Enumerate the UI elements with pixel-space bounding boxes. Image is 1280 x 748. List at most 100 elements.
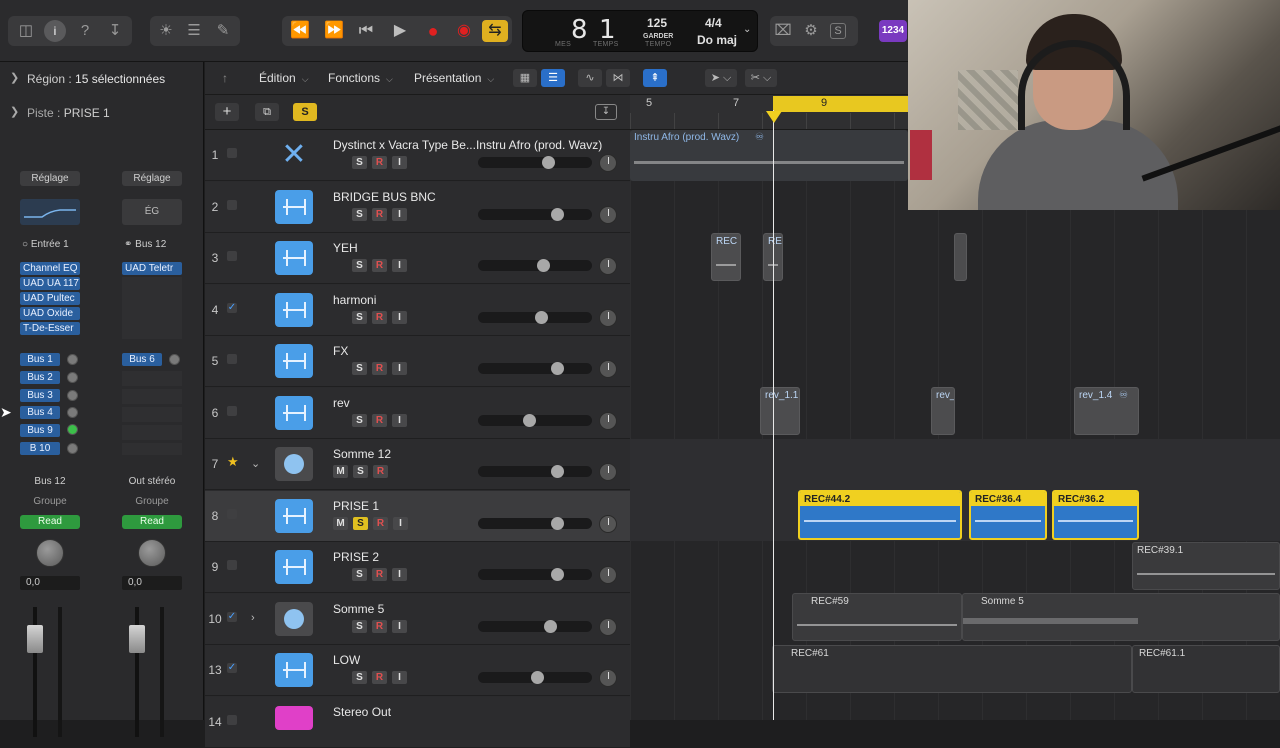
record-enable-button[interactable]: R xyxy=(373,516,388,530)
record-enable-button[interactable]: R xyxy=(372,362,387,375)
track-pan-knob[interactable] xyxy=(599,617,617,636)
send-level-knob[interactable] xyxy=(169,354,180,365)
global-solo-button[interactable]: S xyxy=(293,103,317,121)
send-slot[interactable]: Bus 4 xyxy=(20,406,60,419)
plugin-slot[interactable]: UAD Oxide xyxy=(20,307,80,320)
left-volume-field[interactable]: 0,0 xyxy=(20,576,80,590)
left-setting-button[interactable]: Réglage xyxy=(20,171,80,186)
send-slot[interactable]: Bus 2 xyxy=(20,371,60,384)
play-icon[interactable]: ▶ xyxy=(387,20,413,42)
send-slot[interactable]: Bus 9 xyxy=(20,424,60,437)
help-icon[interactable]: ? xyxy=(74,20,96,42)
track-row[interactable]: 2 BRIDGE BUS BNC S R I xyxy=(205,181,630,233)
inspector-icon[interactable]: i xyxy=(44,20,66,42)
capture-record-icon[interactable]: ◉ xyxy=(451,20,477,42)
solo-button[interactable]: S xyxy=(352,413,367,427)
input-monitor-button[interactable]: I xyxy=(392,156,407,169)
left-eq-thumbnail[interactable] xyxy=(20,199,80,225)
record-icon[interactable]: ● xyxy=(420,20,446,42)
lcd-chevron-down-icon[interactable]: ⌄ xyxy=(743,24,751,35)
solo-box-icon[interactable]: S xyxy=(830,23,846,39)
plugin-slot[interactable]: Channel EQ xyxy=(20,262,80,275)
track-volume-slider[interactable] xyxy=(478,516,592,530)
plugin-slot[interactable]: UAD Pultec xyxy=(20,292,80,305)
track-volume-slider[interactable] xyxy=(478,156,592,169)
track-volume-slider[interactable] xyxy=(478,413,592,427)
send-level-knob[interactable] xyxy=(67,390,78,401)
mute-button[interactable]: M xyxy=(333,516,348,530)
send-level-knob[interactable] xyxy=(67,424,78,435)
input-monitor-button[interactable]: I xyxy=(392,310,407,324)
track-name[interactable]: LOW xyxy=(333,653,360,667)
left-pan-knob[interactable] xyxy=(36,539,64,567)
track-name[interactable]: Dystinct x Vacra Type Be...Instru Afro (… xyxy=(333,138,602,152)
lcd-display[interactable]: 8 1 MES TEMPS 125 GARDER TEMPO 4/4 Do ma… xyxy=(522,10,758,52)
library-icon[interactable]: ◫ xyxy=(15,20,37,42)
track-row[interactable]: 7 ★ ⌄ Somme 12 M S R xyxy=(205,439,630,490)
input-monitor-button[interactable]: I xyxy=(392,362,407,375)
volume-slider-thumb[interactable] xyxy=(537,259,550,272)
scissors-tool-icon[interactable]: ✂ ⌵ xyxy=(745,69,777,87)
track-name[interactable]: Stereo Out xyxy=(333,705,391,719)
close-box-icon[interactable]: ⌧ xyxy=(772,20,794,42)
volume-slider-thumb[interactable] xyxy=(551,362,564,375)
track-name[interactable]: harmoni xyxy=(333,293,376,307)
chevron-down-icon[interactable]: ⌄ xyxy=(251,457,260,470)
cycle-icon[interactable]: ⇆ xyxy=(482,20,508,42)
track-name[interactable]: FX xyxy=(333,344,348,358)
track-volume-slider[interactable] xyxy=(478,671,592,684)
left-automation-read-button[interactable]: Read xyxy=(20,515,80,529)
tuner-icon[interactable]: ⚙ xyxy=(800,20,822,42)
plugin-slot[interactable]: T-De-Esser xyxy=(20,322,80,335)
track-row[interactable]: 14 Stereo Out xyxy=(205,696,630,748)
track-pan-knob[interactable] xyxy=(599,154,617,172)
track-row[interactable]: 6 rev S R I xyxy=(205,387,630,439)
fast-forward-icon[interactable]: ⏩ xyxy=(321,20,347,42)
track-checkbox[interactable] xyxy=(227,560,237,570)
track-row[interactable]: 8 PRISE 1 MSRI xyxy=(205,490,630,542)
count-in-button[interactable]: 1234 xyxy=(879,20,907,42)
volume-slider-thumb[interactable] xyxy=(523,413,536,427)
right-volume-fader[interactable] xyxy=(129,625,145,653)
summing-region[interactable]: Somme 5 xyxy=(962,593,1280,641)
track-volume-slider[interactable] xyxy=(478,362,592,375)
audio-region-selected[interactable]: REC#44.2 xyxy=(798,490,962,540)
audio-region[interactable]: rev_ xyxy=(931,387,955,435)
solo-button[interactable]: S xyxy=(352,568,367,581)
volume-slider-thumb[interactable] xyxy=(551,516,564,530)
track-name[interactable]: Somme 12 xyxy=(333,447,391,461)
playhead-handle-icon[interactable] xyxy=(766,111,782,123)
track-row[interactable]: 5 FX S R I xyxy=(205,336,630,387)
right-automation-read-button[interactable]: Read xyxy=(122,515,182,529)
right-pan-knob[interactable] xyxy=(138,539,166,567)
track-pan-knob[interactable] xyxy=(599,360,617,378)
track-pan-knob[interactable] xyxy=(599,257,617,275)
record-enable-button[interactable]: R xyxy=(372,671,387,684)
audio-region-selected[interactable]: REC#36.2 xyxy=(1052,490,1139,540)
track-volume-slider[interactable] xyxy=(478,465,592,478)
solo-button[interactable]: S xyxy=(352,310,367,324)
audio-region[interactable] xyxy=(954,233,967,281)
left-output-label[interactable]: Bus 12 xyxy=(20,476,80,487)
solo-button[interactable]: S xyxy=(352,259,367,272)
download-icon[interactable]: ↧ xyxy=(104,20,126,42)
view-menu[interactable]: Présentation ⌵ xyxy=(414,71,494,85)
right-input-slot[interactable]: ⚭ Bus 12 xyxy=(124,239,166,250)
track-row[interactable]: 9 PRISE 2 SRI xyxy=(205,542,630,593)
track-row[interactable]: 13 ✓ LOW S R I xyxy=(205,645,630,696)
track-checkbox[interactable] xyxy=(227,508,237,519)
volume-slider-thumb[interactable] xyxy=(551,568,564,581)
list-view-icon[interactable]: ☰ xyxy=(541,69,565,87)
input-monitor-button[interactable]: I xyxy=(392,671,407,684)
arrange-area[interactable]: Instru Afro (prod. Wavz) ♾ REC RE rev_1.… xyxy=(630,130,1280,720)
plugin-slot[interactable]: UAD Teletr xyxy=(122,262,182,275)
record-enable-button[interactable]: R xyxy=(372,156,387,169)
track-volume-slider[interactable] xyxy=(478,259,592,272)
track-row[interactable]: 3 YEH S R I xyxy=(205,233,630,284)
track-name[interactable]: Somme 5 xyxy=(333,602,384,616)
edit-menu[interactable]: Édition ⌵ xyxy=(259,71,309,85)
record-enable-button[interactable]: R xyxy=(372,413,387,427)
star-icon[interactable]: ★ xyxy=(227,455,239,468)
right-eq-box[interactable]: ÉG xyxy=(122,199,182,225)
input-monitor-button[interactable]: I xyxy=(392,207,407,221)
